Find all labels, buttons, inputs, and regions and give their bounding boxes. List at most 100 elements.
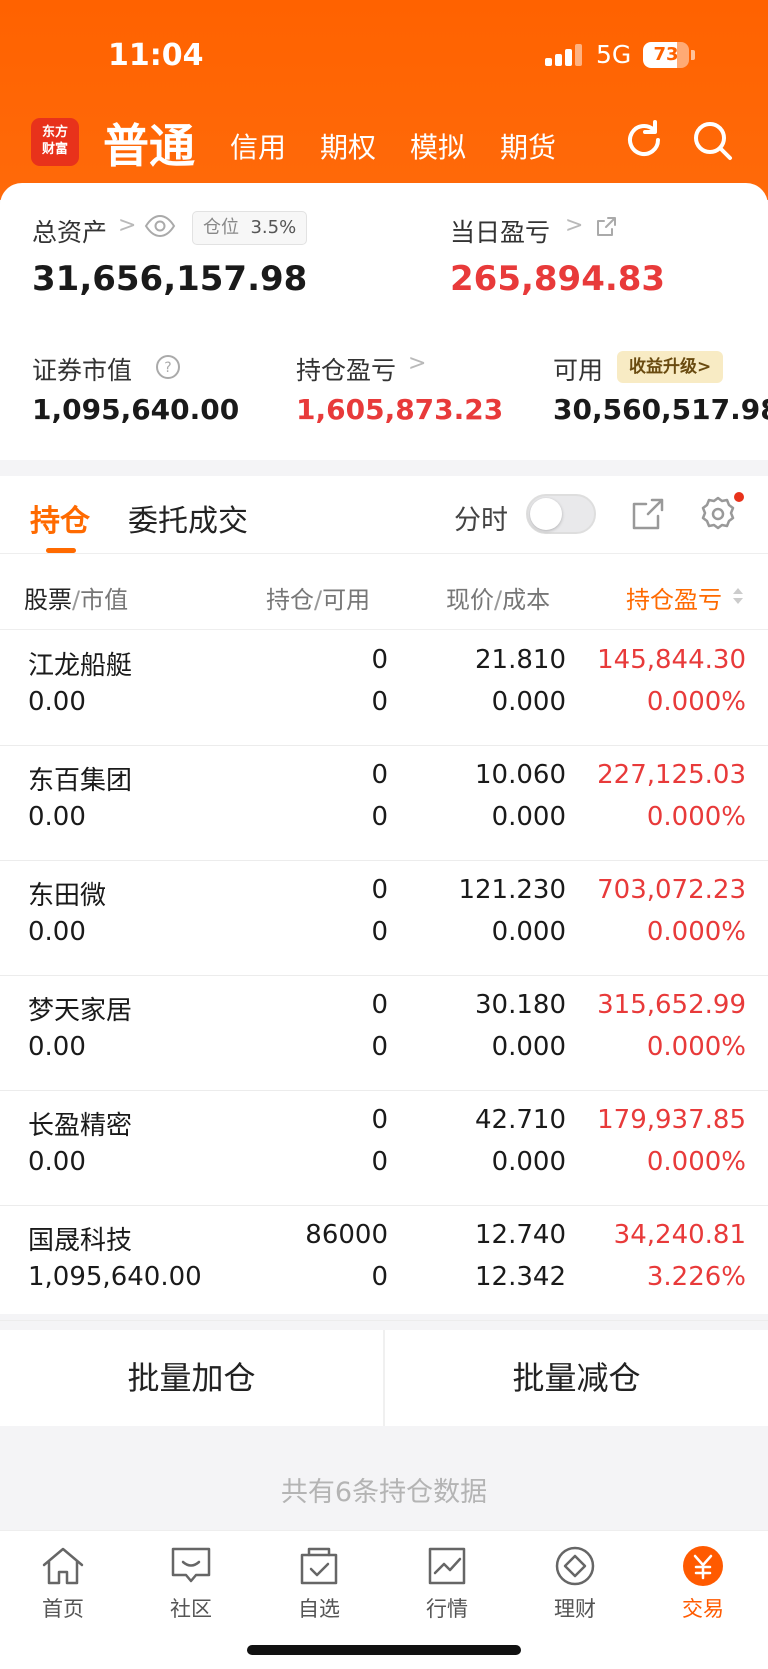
battery-tip	[691, 50, 695, 60]
table-row[interactable]: 江龙船艇 0.00 0 0 21.810 0.000 145,844.30 0.000%	[0, 631, 768, 746]
table-row[interactable]: 梦天家居 0.00 0 0 30.180 0.000 315,652.99 0.000%	[0, 976, 768, 1091]
current-price: 121.230	[458, 875, 566, 905]
table-row[interactable]: 长盈精密 0.00 0 0 42.710 0.000 179,937.85 0.000%	[0, 1091, 768, 1206]
status-time: 11:04	[108, 38, 204, 73]
available-label: 可用	[553, 356, 604, 385]
holding-pl-percent: 0.000%	[646, 802, 746, 832]
community-icon	[171, 1547, 211, 1583]
total-assets-value: 31,656,157.98	[32, 259, 308, 299]
table-row[interactable]: 东田微 0.00 0 0 121.230 0.000 703,072.23 0.000%	[0, 861, 768, 976]
holding-qty: 0	[371, 645, 388, 675]
header-price-cost[interactable]: 现价/成本	[446, 580, 550, 615]
table-row[interactable]: 国晟科技 1,095,640.00 86000 0 12.740 12.342 34,240…	[0, 1206, 768, 1321]
export-icon[interactable]	[628, 494, 668, 534]
holding-pl: 227,125.03	[597, 760, 746, 790]
batch-reduce-button[interactable]: 批量减仓	[385, 1330, 768, 1426]
battery-percent: 73	[653, 44, 679, 65]
status-bar: 11:04 5G 73	[0, 30, 768, 82]
position-value: 3.5%	[250, 217, 297, 238]
header-price: 现价	[446, 586, 494, 614]
holding-pl-percent: 0.000%	[646, 1147, 746, 1177]
current-price: 10.060	[475, 760, 566, 790]
market-value: 0.00	[28, 802, 86, 832]
search-icon[interactable]	[690, 118, 734, 162]
upgrade-badge[interactable]: 收益升级>	[617, 351, 724, 383]
daily-pl-label[interactable]: 当日盈亏	[450, 213, 550, 249]
tab-futures[interactable]: 期货	[500, 126, 556, 166]
wealth-icon	[555, 1546, 595, 1586]
market-value: 0.00	[28, 917, 86, 947]
watchlist-icon	[300, 1547, 338, 1585]
tabbar-item-home[interactable]: 首页	[13, 1545, 113, 1623]
tab-holdings[interactable]: 持仓	[30, 496, 90, 540]
tab-credit[interactable]: 信用	[230, 126, 286, 166]
current-price: 30.180	[475, 990, 566, 1020]
holding-pl-label[interactable]: 持仓盈亏	[296, 351, 396, 387]
tabbar-item-community[interactable]: 社区	[141, 1545, 241, 1623]
tabbar-item-wealth[interactable]: 理财	[525, 1545, 625, 1623]
header-available: 可用	[322, 586, 371, 614]
cost-price: 0.000	[491, 687, 566, 717]
available-value: 30,560,517.98	[553, 393, 768, 426]
market-value-label: 证券市值	[32, 356, 133, 385]
intraday-toggle[interactable]	[526, 494, 596, 534]
help-icon[interactable]: ?	[155, 354, 181, 380]
holding-pl-percent: 0.000%	[646, 687, 746, 717]
holding-pl-percent: 0.000%	[646, 917, 746, 947]
home-indicator	[247, 1645, 521, 1655]
stock-name: 东百集团	[28, 766, 133, 796]
header-separator: /	[494, 586, 503, 614]
panel-tabs: 持仓 委托成交 分时	[0, 476, 768, 554]
eye-icon[interactable]	[144, 213, 176, 239]
share-icon[interactable]	[594, 215, 618, 239]
holding-qty: 0	[371, 875, 388, 905]
total-assets-label[interactable]: 总资产	[32, 213, 107, 249]
header-stock-marketvalue[interactable]: 股票/市值	[24, 580, 128, 615]
tabbar-label: 交易	[682, 1597, 724, 1621]
holding-pl: 703,072.23	[597, 875, 746, 905]
table-row[interactable]: 东百集团 0.00 0 0 10.060 0.000 227,125.03 0.000%	[0, 746, 768, 861]
current-price: 12.740	[475, 1220, 566, 1250]
holdings-panel: 持仓 委托成交 分时 股票/市值 持仓/可用 现价/成本 持仓盈亏 江龙船艇 0…	[0, 476, 768, 1321]
chevron-right-icon: >	[565, 213, 584, 238]
chevron-right-icon: >	[118, 213, 137, 238]
tabbar-label: 理财	[554, 1597, 596, 1621]
holding-pl: 34,240.81	[613, 1220, 746, 1250]
cost-price: 12.342	[475, 1262, 566, 1292]
cost-price: 0.000	[491, 917, 566, 947]
tabbar-label: 首页	[42, 1597, 84, 1621]
tabbar-item-watchlist[interactable]: 自选	[269, 1545, 369, 1623]
stock-name: 国晟科技	[28, 1226, 133, 1256]
batch-add-button[interactable]: 批量加仓	[0, 1330, 383, 1426]
tab-normal[interactable]: 普通	[103, 110, 195, 176]
holding-qty: 0	[371, 990, 388, 1020]
tabbar-item-market[interactable]: 行情	[397, 1545, 497, 1623]
available-qty: 0	[371, 1032, 388, 1062]
header-separator: /	[72, 586, 81, 614]
header-holding-pl[interactable]: 持仓盈亏	[626, 580, 743, 615]
battery-icon: 73	[643, 42, 689, 68]
header-holding-pl-label: 持仓盈亏	[626, 586, 722, 614]
upgrade-badge-label: 收益升级	[629, 357, 697, 377]
header-holding-available[interactable]: 持仓/可用	[266, 580, 370, 615]
stock-name: 梦天家居	[28, 996, 133, 1026]
tabbar-item-trade[interactable]: 交易	[653, 1545, 753, 1623]
home-icon	[42, 1547, 84, 1585]
batch-actions: 批量加仓 批量减仓	[0, 1330, 768, 1426]
holding-pl: 315,652.99	[597, 990, 746, 1020]
header-separator: /	[314, 586, 323, 614]
tab-simulation[interactable]: 模拟	[410, 126, 466, 166]
header-cost: 成本	[502, 586, 551, 614]
holding-pl: 179,937.85	[597, 1105, 746, 1135]
cost-price: 0.000	[491, 1032, 566, 1062]
notification-dot	[734, 492, 744, 502]
stock-name: 长盈精密	[28, 1111, 133, 1141]
available-qty: 0	[371, 1262, 388, 1292]
tab-orders-trades[interactable]: 委托成交	[128, 496, 248, 540]
refresh-icon[interactable]	[622, 118, 666, 162]
tab-options[interactable]: 期权	[320, 126, 376, 166]
account-type-nav: 东方 财富 普通 信用 期权 模拟 期货	[0, 110, 768, 180]
settings-gear-icon[interactable]	[698, 494, 738, 534]
position-label: 仓位	[203, 217, 239, 238]
cost-price: 0.000	[491, 1147, 566, 1177]
